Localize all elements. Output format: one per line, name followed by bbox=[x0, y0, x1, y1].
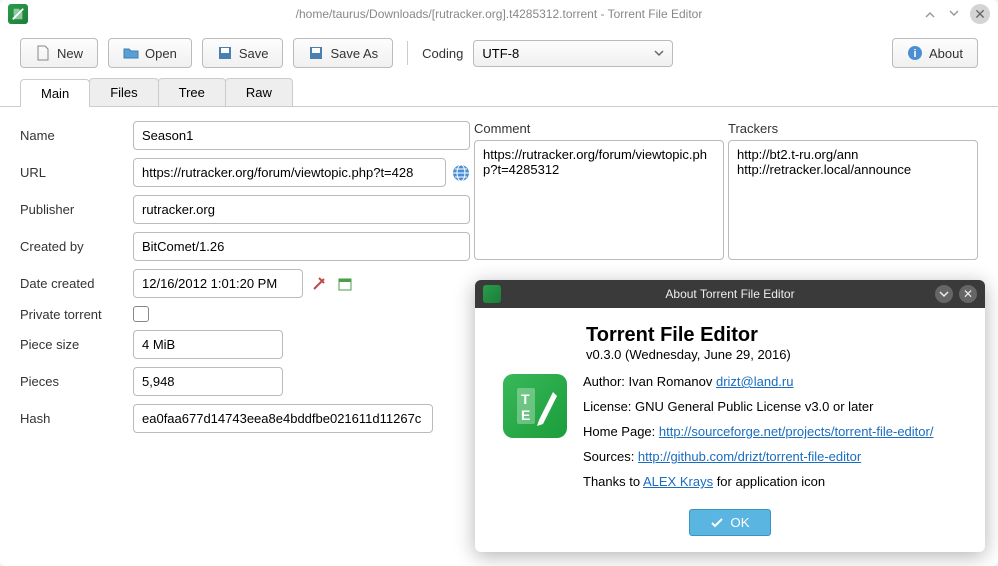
tab-files[interactable]: Files bbox=[89, 78, 158, 106]
publisher-input[interactable] bbox=[133, 195, 470, 224]
createdby-input[interactable] bbox=[133, 232, 470, 261]
hash-label: Hash bbox=[20, 411, 125, 426]
coding-select[interactable]: UTF-8 bbox=[473, 40, 673, 67]
about-app-name: Torrent File Editor bbox=[586, 324, 969, 347]
titlebar: /home/taurus/Downloads/[rutracker.org].t… bbox=[0, 0, 998, 28]
new-label: New bbox=[57, 46, 83, 61]
save-icon bbox=[217, 45, 233, 61]
about-thanks: Thanks to ALEX Krays for application ico… bbox=[583, 474, 969, 489]
tab-raw[interactable]: Raw bbox=[225, 78, 293, 106]
sources-link[interactable]: http://github.com/drizt/torrent-file-edi… bbox=[638, 449, 861, 464]
globe-icon[interactable] bbox=[452, 163, 470, 183]
tabs: Main Files Tree Raw bbox=[0, 78, 998, 107]
about-title: About Torrent File Editor bbox=[475, 287, 985, 301]
open-label: Open bbox=[145, 46, 177, 61]
close-button[interactable]: ✕ bbox=[970, 4, 990, 24]
app-icon bbox=[8, 4, 28, 24]
about-version: v0.3.0 (Wednesday, June 29, 2016) bbox=[586, 347, 969, 362]
about-sources: Sources: http://github.com/drizt/torrent… bbox=[583, 449, 969, 464]
clear-date-icon[interactable] bbox=[309, 274, 329, 294]
toolbar: New Open Save Save As Coding UTF-8 i Abo… bbox=[0, 28, 998, 78]
about-author: Author: Ivan Romanov drizt@land.ru bbox=[583, 374, 969, 389]
svg-text:i: i bbox=[913, 48, 916, 60]
pieces-input[interactable] bbox=[133, 367, 283, 396]
ok-label: OK bbox=[730, 515, 749, 530]
open-button[interactable]: Open bbox=[108, 38, 192, 68]
chevron-down-icon bbox=[654, 48, 664, 58]
about-label: About bbox=[929, 46, 963, 61]
hash-input[interactable] bbox=[133, 404, 433, 433]
url-label: URL bbox=[20, 165, 125, 180]
saveas-button[interactable]: Save As bbox=[293, 38, 393, 68]
private-checkbox[interactable] bbox=[133, 306, 149, 322]
tab-tree[interactable]: Tree bbox=[158, 78, 226, 106]
save-label: Save bbox=[239, 46, 269, 61]
createdby-label: Created by bbox=[20, 239, 125, 254]
calendar-icon[interactable] bbox=[335, 274, 355, 294]
new-button[interactable]: New bbox=[20, 38, 98, 68]
saveas-label: Save As bbox=[330, 46, 378, 61]
name-input[interactable] bbox=[133, 121, 470, 150]
window-controls: ✕ bbox=[922, 4, 990, 24]
check-icon bbox=[710, 516, 724, 530]
file-icon bbox=[35, 45, 51, 61]
about-dialog: About Torrent File Editor ✕ Torrent File… bbox=[475, 280, 985, 552]
comment-textarea[interactable]: https://rutracker.org/forum/viewtopic.ph… bbox=[474, 140, 724, 260]
tab-main[interactable]: Main bbox=[20, 79, 90, 107]
saveas-icon bbox=[308, 45, 324, 61]
pieces-label: Pieces bbox=[20, 374, 125, 389]
datecreated-input[interactable] bbox=[133, 269, 303, 298]
info-icon: i bbox=[907, 45, 923, 61]
about-homepage: Home Page: http://sourceforge.net/projec… bbox=[583, 424, 969, 439]
svg-text:E: E bbox=[521, 407, 530, 423]
url-input[interactable] bbox=[133, 158, 446, 187]
thanks-link[interactable]: ALEX Krays bbox=[643, 474, 713, 489]
trackers-textarea[interactable]: http://bt2.t-ru.org/ann http://retracker… bbox=[728, 140, 978, 260]
about-button[interactable]: i About bbox=[892, 38, 978, 68]
ok-button[interactable]: OK bbox=[689, 509, 770, 536]
minimize-button[interactable] bbox=[922, 6, 938, 22]
private-label: Private torrent bbox=[20, 307, 125, 322]
piecesize-label: Piece size bbox=[20, 337, 125, 352]
coding-value: UTF-8 bbox=[482, 46, 519, 61]
piecesize-input[interactable] bbox=[133, 330, 283, 359]
about-logo: TE bbox=[503, 374, 567, 438]
about-body: Torrent File Editor v0.3.0 (Wednesday, J… bbox=[475, 308, 985, 552]
coding-label: Coding bbox=[422, 46, 463, 61]
form: Name URL Publisher Created by Date creat… bbox=[20, 121, 470, 433]
trackers-label: Trackers bbox=[728, 121, 978, 136]
publisher-label: Publisher bbox=[20, 202, 125, 217]
about-app-icon bbox=[483, 285, 501, 303]
save-button[interactable]: Save bbox=[202, 38, 284, 68]
about-titlebar: About Torrent File Editor ✕ bbox=[475, 280, 985, 308]
separator bbox=[407, 41, 408, 65]
about-license: License: GNU General Public License v3.0… bbox=[583, 399, 969, 414]
maximize-button[interactable] bbox=[946, 6, 962, 22]
comment-label: Comment bbox=[474, 121, 724, 136]
datecreated-label: Date created bbox=[20, 276, 125, 291]
about-collapse-button[interactable] bbox=[935, 285, 953, 303]
window-title: /home/taurus/Downloads/[rutracker.org].t… bbox=[0, 7, 998, 21]
homepage-link[interactable]: http://sourceforge.net/projects/torrent-… bbox=[659, 424, 934, 439]
name-label: Name bbox=[20, 128, 125, 143]
folder-open-icon bbox=[123, 45, 139, 61]
about-info: Author: Ivan Romanov drizt@land.ru Licen… bbox=[583, 374, 969, 499]
svg-text:T: T bbox=[521, 391, 530, 407]
about-close-button[interactable]: ✕ bbox=[959, 285, 977, 303]
author-email-link[interactable]: drizt@land.ru bbox=[716, 374, 794, 389]
